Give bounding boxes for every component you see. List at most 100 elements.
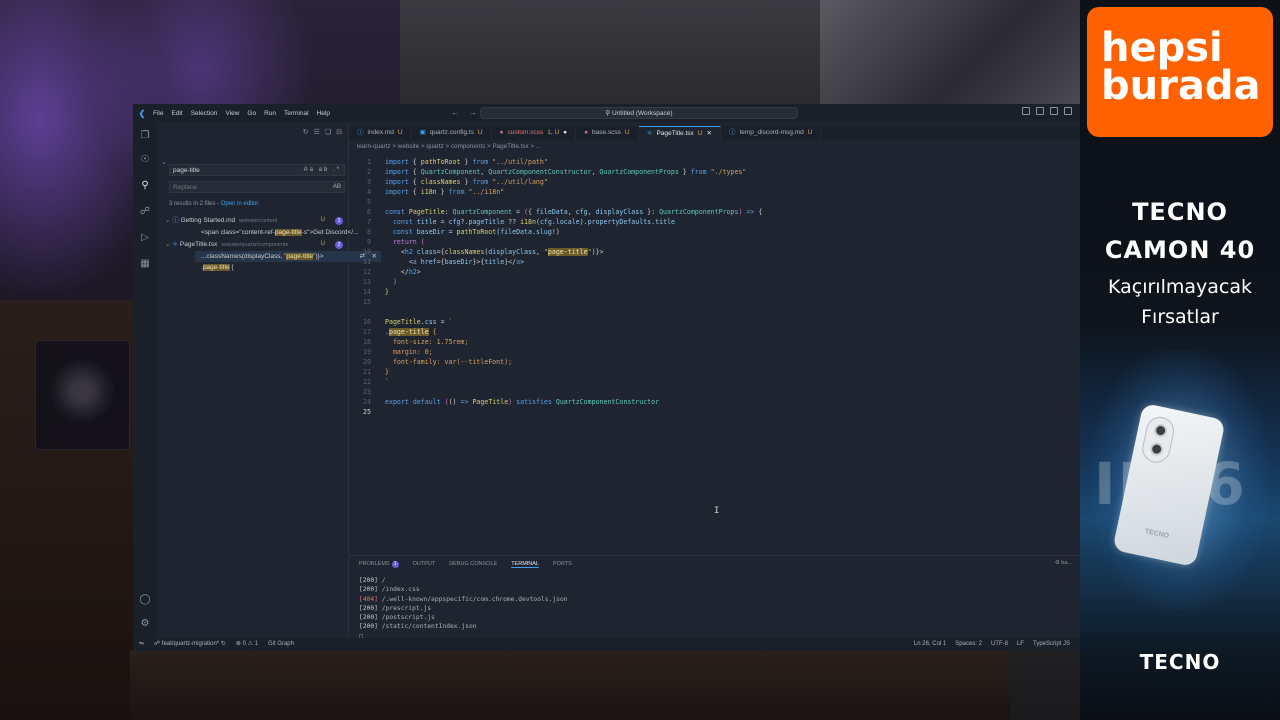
tab-pagetitle-tsx[interactable]: ⚛ PageTitle.tsx U ✕ [638,126,721,140]
markdown-file-icon: ⓘ [172,217,179,224]
vscode-logo-icon: ❮ [138,108,146,118]
request-path: /postscript.js [377,614,435,622]
breadcrumb[interactable]: learn-quartz > website > quartz > compon… [357,143,541,150]
scss-file-icon: ● [499,129,504,136]
extensions-icon[interactable]: ▦ [139,258,151,270]
result-match[interactable]: .page-title { [201,262,234,273]
result-match[interactable]: <span class="content-ref-page-title-s">G… [201,227,358,238]
product-brand: TECNO [1132,198,1228,226]
tab-status: U [697,130,703,137]
tsx-file-icon: ⚛ [646,130,653,137]
menu-go[interactable]: Go [247,110,256,117]
tab-base-scss[interactable]: ● base.scss U [576,126,639,140]
request-path: /.well-known/appspecific/com.chrome.devt… [377,595,568,603]
branch-indicator[interactable]: ☍ feat/quartz-migration* ↻ [154,638,226,651]
status-code: [200] [359,586,378,594]
back-arrow-icon[interactable]: ← [451,108,459,117]
result-file-name: Getting Started.md [180,217,236,224]
result-file[interactable]: ⌄ ⓘ Getting Started.md website\content U … [165,215,345,226]
terminal-line: [200] /postscript.js [359,613,568,622]
tab-quartz-config[interactable]: ▣ quartz.config.ts U [412,126,492,140]
chevron-down-icon: ⌄ [165,217,171,224]
account-icon[interactable]: ◯ [139,594,151,606]
clear-results-icon[interactable]: ☰ [314,128,320,136]
toggle-panel-icon[interactable] [1050,107,1058,115]
screen: ❮ File Edit Selection View Go Run Termin… [0,0,1280,720]
cursor-position[interactable]: Ln 26, Col 1 [914,638,946,651]
search-icon[interactable]: ⚲ [139,180,151,192]
problems-badge: 1 [391,561,399,568]
tagline-line-1: Kaçırılmayacak [1108,276,1252,298]
menu-help[interactable]: Help [317,110,330,117]
bottom-panel: PROBLEMS 1 OUTPUT DEBUG CONSOLE TERMINAL … [349,555,1080,641]
collapse-all-icon[interactable]: ⊟ [336,128,342,136]
toggle-secondary-sidebar-icon[interactable] [1064,107,1072,115]
encoding[interactable]: UTF-8 [991,638,1008,651]
terminal-selector[interactable]: ⚙ ba... [1055,560,1072,566]
tab-output[interactable]: OUTPUT [413,561,436,568]
menu-file[interactable]: File [153,110,163,117]
tab-temp-discord[interactable]: ⓘ temp_discord-msg.md U [721,126,822,140]
activity-bar: ❐ ☉ ⚲ ☍ ▷ ▦ ◯ ⚙ [133,122,157,638]
forward-arrow-icon[interactable]: → [469,108,477,117]
status-code: [200] [359,623,378,631]
layout-icon[interactable] [1022,107,1030,115]
match-hit: page-title [202,264,230,271]
indentation[interactable]: Spaces: 2 [955,638,982,651]
camera-module-icon [1139,414,1177,466]
editor-tabs: ⓘ index.md U ▣ quartz.config.ts U ● custom.sc… [349,126,1080,140]
problems-indicator[interactable]: ⊗ 0 ⚠ 1 [236,638,258,651]
result-file-name: PageTitle.tsx [179,241,218,248]
search-options[interactable]: Aa ab .* [304,165,341,176]
result-file[interactable]: ⌄ ⚛ PageTitle.tsx website\quartz\componen… [165,239,345,250]
menu-bar: File Edit Selection View Go Run Terminal… [153,110,330,117]
unsaved-dot-icon: ● [563,129,568,136]
mouse-ibeam-cursor: I [714,506,720,516]
new-search-editor-icon[interactable]: ❏ [325,128,331,136]
run-debug-icon[interactable]: ▷ [139,232,151,244]
source-control-icon[interactable]: ☍ [139,206,151,218]
tab-problems[interactable]: PROBLEMS 1 [359,561,399,568]
tab-label: PageTitle.tsx [656,130,694,137]
result-file-path: website\content [239,218,278,224]
source-control-badge-icon[interactable]: ☉ [139,154,151,166]
replace-input[interactable]: Replace AB [169,181,345,193]
git-status: U [320,241,325,247]
settings-icon[interactable]: ⚙ [139,618,151,630]
menu-edit[interactable]: Edit [171,110,182,117]
search-input[interactable]: page-title Aa ab .* [169,164,345,176]
tab-index-md[interactable]: ⓘ index.md U [349,126,412,140]
tab-label: index.md [367,129,394,136]
refresh-icon[interactable]: ↻ [303,128,309,136]
tab-label: temp_discord-msg.md [739,129,804,136]
preserve-case-toggle[interactable]: AB [333,182,341,193]
product-model: CAMON 40 [1104,236,1256,264]
command-center[interactable]: ⚲ Untitled (Workspace) [480,107,798,119]
line-ending[interactable]: LF [1017,638,1024,651]
explorer-icon[interactable]: ❐ [139,130,151,142]
menu-terminal[interactable]: Terminal [284,110,309,117]
status-right: Ln 26, Col 1 Spaces: 2 UTF-8 LF TypeScri… [914,638,1070,651]
terminal-line: [200] /prescript.js [359,604,568,613]
language-mode[interactable]: TypeScript JS [1033,638,1070,651]
close-icon[interactable]: ✕ [707,127,712,140]
toggle-replace-chevron-icon[interactable]: ⌄ [161,158,167,166]
tab-label: quartz.config.ts [429,129,474,136]
git-graph-button[interactable]: Git Graph [268,638,294,651]
menu-selection[interactable]: Selection [191,110,218,117]
toggle-sidebar-icon[interactable] [1036,107,1044,115]
result-file-path: website\quartz\components [221,242,289,248]
tsx-file-icon: ⚛ [172,241,179,248]
remote-icon[interactable]: ⇋ [139,638,144,651]
tab-custom-scss[interactable]: ● custom.scss 1, U ● [492,126,577,140]
markdown-file-icon: ⓘ [728,129,736,136]
tab-problems-label: PROBLEMS [359,561,390,567]
menu-view[interactable]: View [225,110,239,117]
terminal-output[interactable]: [200] / [200] /index.css [404] /.well-kn… [359,576,568,641]
open-in-editor-link[interactable]: Open in editor [221,201,259,207]
tab-terminal[interactable]: TERMINAL [511,561,539,568]
menu-run[interactable]: Run [264,110,276,117]
code-editor[interactable]: 1 import { pathToRoot } from "../util/pat… [349,152,1080,552]
tab-ports[interactable]: PORTS [553,561,572,568]
tab-debug-console[interactable]: DEBUG CONSOLE [449,561,497,568]
